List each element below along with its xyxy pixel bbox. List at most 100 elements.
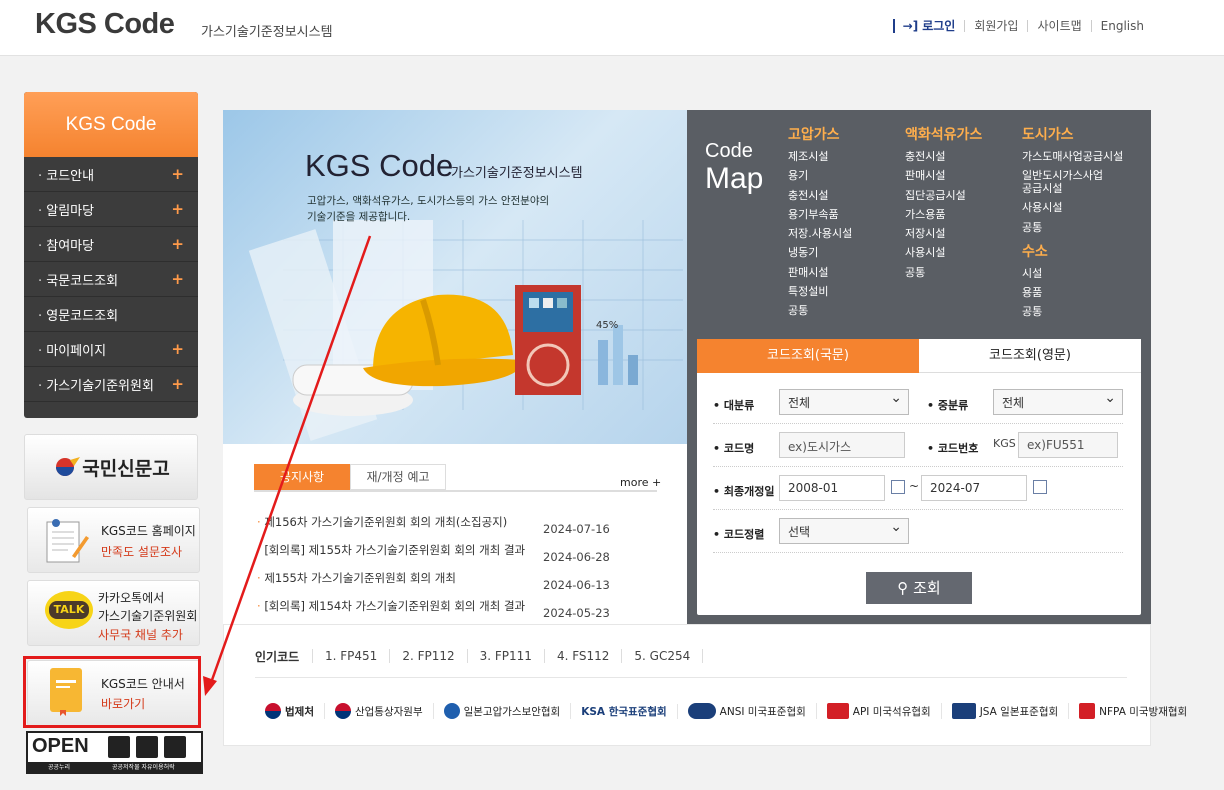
login-label: 로그인	[922, 19, 956, 33]
code-name-label: 코드명	[713, 440, 754, 456]
sidebar-item-mypage[interactable]: 마이페이지 +	[24, 332, 198, 367]
codemap-item[interactable]: 제조시설	[788, 147, 852, 166]
codemap-column-lpg: 액화석유가스 충전시설 판매시설 집단공급시설 가스용품 저장시설 사용시설 공…	[905, 124, 982, 282]
survey-banner[interactable]: KGS코드 홈페이지 만족도 설문조사	[27, 507, 200, 573]
tab-revision-notice[interactable]: 재/개정 예고	[350, 464, 446, 490]
popular-code-link[interactable]: 2. FP112	[389, 649, 466, 663]
notice-item-date: 2024-05-23	[543, 606, 610, 620]
codemap-item[interactable]: 공통	[1022, 302, 1123, 321]
code-number-input[interactable]: ex)FU551	[1018, 432, 1118, 458]
sinmungo-banner[interactable]: 국민신문고	[24, 434, 198, 500]
codemap-item[interactable]: 가스도매사업공급시설	[1022, 147, 1123, 166]
highlight-annotation-box	[23, 656, 201, 728]
org-link-khk[interactable]: 일본고압가스보안협회	[434, 703, 572, 719]
codemap-item[interactable]: 사용시설	[905, 243, 982, 262]
major-category-select[interactable]: 전체	[779, 389, 909, 415]
codemap-item[interactable]: 충전시설	[788, 186, 852, 205]
codemap-item[interactable]: 공급시설	[1022, 182, 1123, 195]
search-row-category: 대분류 전체 중분류 전체	[713, 381, 1123, 424]
jsa-logo-icon	[951, 703, 976, 719]
sidebar: KGS Code 코드안내 + 알림마당 + 참여마당 + 국문코드조회 + 영문코드조…	[24, 92, 198, 418]
notice-item-date: 2024-07-16	[543, 522, 610, 536]
date-from-input[interactable]: 2008-01	[779, 475, 885, 501]
org-link-nfpa[interactable]: NFPA 미국방재협회	[1069, 703, 1197, 719]
search-button[interactable]: ⚲ 조회	[866, 572, 972, 604]
codemap-item[interactable]: 충전시설	[905, 147, 982, 166]
tab-code-search-korean[interactable]: 코드조회(국문)	[697, 339, 919, 373]
codemap-heading[interactable]: 액화석유가스	[905, 124, 982, 144]
org-link-motie[interactable]: 산업통상자원부	[325, 703, 434, 719]
site-logo[interactable]: KGS Code	[35, 8, 175, 41]
codemap-item[interactable]: 특정설비	[788, 282, 852, 301]
kakao-banner[interactable]: TALK 카카오톡에서 가스기술기준위원회 사무국 채널 추가	[27, 580, 200, 646]
codemap-item[interactable]: 판매시설	[905, 166, 982, 185]
sitemap-link[interactable]: 사이트맵	[1037, 17, 1081, 34]
codemap-item[interactable]: 공통	[905, 263, 982, 282]
sidebar-item-code-guide[interactable]: 코드안내 +	[24, 157, 198, 192]
nav-divider-bar	[892, 18, 895, 33]
codemap-item[interactable]: 일반도시가스사업	[1022, 169, 1123, 182]
org-link-jsa[interactable]: JSA 일본표준협회	[942, 703, 1070, 719]
sidebar-item-korean-code[interactable]: 국문코드조회 +	[24, 262, 198, 297]
org-link-ksa[interactable]: KSA 한국표준협회	[571, 703, 678, 719]
sidebar-item-label: 마이페이지	[38, 340, 106, 359]
codemap-heading[interactable]: 고압가스	[788, 124, 852, 144]
open-license-badge[interactable]: OPEN 공공누리 공공저작물 자유이용허락	[26, 731, 203, 774]
notice-item[interactable]: · [회의록] 제154차 가스기술기준위원회 회의 개최 결과	[257, 598, 540, 614]
hero-description: 고압가스, 액화석유가스, 도시가스등의 가스 안전분야의 기술기준을 제공합니…	[307, 193, 549, 225]
org-link-ansi[interactable]: ANSI 미국표준협회	[678, 703, 817, 719]
codemap-item[interactable]: 공통	[788, 301, 852, 320]
codemap-item[interactable]: 집단공급시설	[905, 186, 982, 205]
codemap-item[interactable]: 공통	[1022, 218, 1123, 237]
notice-item[interactable]: · 제156차 가스기술기준위원회 회의 개최(소집공지)	[257, 514, 540, 530]
nav-separator	[1027, 19, 1029, 32]
popular-code-link[interactable]: 4. FS112	[543, 649, 621, 663]
codemap-item[interactable]: 용기부속품	[788, 205, 852, 224]
code-number-label: 코드번호	[927, 440, 978, 456]
codemap-item[interactable]: 시설	[1022, 264, 1123, 283]
codemap-item[interactable]: 냉동기	[788, 243, 852, 262]
org-link-api[interactable]: API 미국석유협회	[817, 703, 942, 719]
middle-category-select[interactable]: 전체	[993, 389, 1123, 415]
codemap-item[interactable]: 용기	[788, 166, 852, 185]
sidebar-item-notice[interactable]: 알림마당 +	[24, 192, 198, 227]
tab-code-search-english[interactable]: 코드조회(영문)	[919, 339, 1141, 373]
codemap-item[interactable]: 가스용품	[905, 205, 982, 224]
popular-code-link[interactable]: 5. GC254	[621, 649, 704, 663]
join-link[interactable]: 회원가입	[974, 17, 1018, 34]
kakao-line1: 카카오톡에서	[98, 591, 165, 605]
calendar-from-icon[interactable]	[891, 480, 905, 494]
codemap-item[interactable]: 사용시설	[1022, 198, 1123, 217]
code-name-input[interactable]: ex)도시가스	[779, 432, 905, 458]
popular-code-link[interactable]: 1. FP451	[312, 649, 389, 663]
org-label: ANSI 미국표준협회	[719, 705, 806, 718]
top-nav: →] 로그인 회원가입 사이트맵 English	[892, 17, 1144, 34]
login-link[interactable]: →] 로그인	[903, 17, 956, 34]
codemap-item[interactable]: 저장시설	[905, 224, 982, 243]
sidebar-item-english-code[interactable]: 영문코드조회	[24, 297, 198, 332]
notice-item[interactable]: · [회의록] 제155차 가스기술기준위원회 회의 개최 결과	[257, 542, 540, 558]
codemap-item[interactable]: 용품	[1022, 283, 1123, 302]
ansi-logo-icon	[687, 703, 716, 719]
sort-select[interactable]: 선택	[779, 518, 909, 544]
notice-item[interactable]: · 제155차 가스기술기준위원회 회의 개최	[257, 570, 540, 586]
codemap-heading[interactable]: 도시가스	[1022, 124, 1123, 144]
codemap-item[interactable]: 판매시설	[788, 263, 852, 282]
calendar-to-icon[interactable]	[1033, 480, 1047, 494]
org-link-moleg[interactable]: 법제처	[255, 703, 325, 719]
sidebar-item-participation[interactable]: 참여마당 +	[24, 227, 198, 262]
codemap-heading-hydrogen[interactable]: 수소	[1022, 241, 1123, 261]
notice-more-link[interactable]: more +	[620, 476, 661, 489]
popular-codes-panel: 인기코드 1. FP451 2. FP112 3. FP111 4. FS112…	[223, 624, 1187, 746]
code-search-form: 코드조회(국문) 코드조회(영문) 대분류 전체 중분류 전체 코드명 ex)도…	[697, 339, 1141, 615]
date-to-input[interactable]: 2024-07	[921, 475, 1027, 501]
notice-item-title: 제155차 가스기술기준위원회 회의 개최	[264, 571, 456, 585]
english-link[interactable]: English	[1101, 19, 1144, 33]
notice-item-date: 2024-06-28	[543, 550, 610, 564]
tab-notice[interactable]: 공지사항	[254, 464, 350, 490]
popular-code-link[interactable]: 3. FP111	[466, 649, 544, 663]
search-button-label: 조회	[913, 579, 941, 597]
header: KGS Code 가스기술기준정보시스템 →] 로그인 회원가입 사이트맵 Eng…	[0, 0, 1224, 56]
sidebar-item-committee[interactable]: 가스기술기준위원회 +	[24, 367, 198, 402]
codemap-item[interactable]: 저장.사용시설	[788, 224, 852, 243]
